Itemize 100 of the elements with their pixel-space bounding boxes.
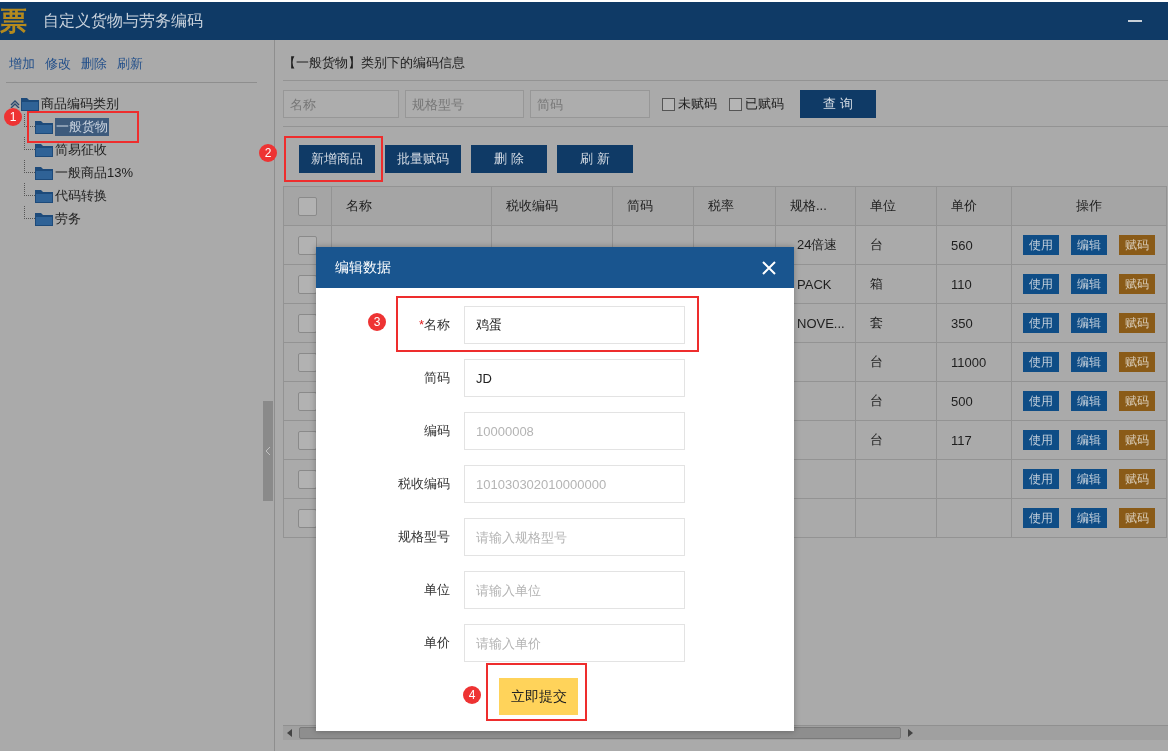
collapse-handle[interactable] bbox=[263, 401, 273, 501]
table-cell: 117 bbox=[951, 432, 972, 448]
input-field[interactable]: 鸡蛋 bbox=[464, 306, 685, 344]
input-field[interactable]: 请输入单位 bbox=[464, 571, 685, 609]
row-action-button[interactable]: 赋码 bbox=[1119, 274, 1155, 294]
row-action-button[interactable]: 赋码 bbox=[1119, 352, 1155, 372]
column-header: 单位 bbox=[870, 198, 896, 213]
row-action-button[interactable]: 编辑 bbox=[1071, 430, 1107, 450]
scroll-right-icon[interactable] bbox=[907, 729, 913, 737]
table-cell: 台 bbox=[870, 237, 883, 252]
row-action-button[interactable]: 使用 bbox=[1023, 391, 1059, 411]
collapse-icon[interactable] bbox=[10, 99, 20, 108]
table-cell: 500 bbox=[951, 393, 973, 409]
table-cell: 台 bbox=[870, 354, 883, 369]
row-action-button[interactable]: 赋码 bbox=[1119, 235, 1155, 255]
table-cell: 箱 bbox=[870, 276, 883, 291]
folder-icon bbox=[35, 142, 53, 157]
row-action-button[interactable]: 编辑 bbox=[1071, 235, 1107, 255]
field-label: 单价 bbox=[424, 635, 450, 650]
column-header: 简码 bbox=[627, 198, 653, 213]
toolbar-button[interactable]: 删 除 bbox=[471, 145, 547, 173]
row-action-button[interactable]: 赋码 bbox=[1119, 508, 1155, 528]
row-action-button[interactable]: 编辑 bbox=[1071, 391, 1107, 411]
toolbar-button[interactable]: 新增商品 bbox=[299, 145, 375, 173]
row-action-button[interactable]: 编辑 bbox=[1071, 469, 1107, 489]
row-action-button[interactable]: 编辑 bbox=[1071, 352, 1107, 372]
column-header: 操作 bbox=[1076, 198, 1102, 213]
annotation-badge: 3 bbox=[368, 313, 386, 331]
row-checkbox[interactable] bbox=[298, 235, 317, 255]
section-heading: 【一般货物】类别下的编码信息 bbox=[283, 40, 1168, 81]
folder-icon bbox=[35, 188, 53, 203]
tree-item[interactable]: 劳务 bbox=[35, 209, 83, 228]
row-action-button[interactable]: 赋码 bbox=[1119, 430, 1155, 450]
field-label: 名称 bbox=[424, 317, 450, 332]
table-cell: 套 bbox=[870, 315, 883, 330]
field-label: 规格型号 bbox=[398, 529, 450, 544]
row-action-button[interactable]: 使用 bbox=[1023, 313, 1059, 333]
input-field[interactable]: 请输入规格型号 bbox=[464, 518, 685, 556]
toolbar-button[interactable]: 批量赋码 bbox=[385, 145, 461, 173]
input-field[interactable]: 101030302010000000 bbox=[464, 465, 685, 503]
annotation-badge: 4 bbox=[463, 686, 481, 704]
checkbox-label: 未赋码 bbox=[678, 95, 717, 113]
submit-button[interactable]: 立即提交 bbox=[499, 678, 578, 715]
column-header: 税收编码 bbox=[506, 198, 558, 213]
column-header: 规格... bbox=[790, 198, 827, 213]
checkbox-label: 已赋码 bbox=[745, 95, 784, 113]
table-cell: NOVE... bbox=[797, 315, 845, 331]
annotation-badge: 2 bbox=[259, 144, 277, 162]
tree-item[interactable]: 简易征收 bbox=[35, 140, 109, 159]
checkbox[interactable] bbox=[662, 97, 675, 111]
table-cell: 560 bbox=[951, 237, 973, 253]
scroll-left-icon[interactable] bbox=[287, 729, 293, 737]
input-field[interactable]: JD bbox=[464, 359, 685, 397]
tree-item[interactable]: 一般商品13% bbox=[35, 163, 136, 182]
table-cell: 110 bbox=[951, 276, 972, 292]
tree-item[interactable]: 商品编码类别 bbox=[21, 94, 121, 113]
required-mark: * bbox=[418, 317, 424, 332]
folder-icon bbox=[21, 96, 39, 111]
row-action-button[interactable]: 赋码 bbox=[1119, 391, 1155, 411]
row-action-button[interactable]: 赋码 bbox=[1119, 313, 1155, 333]
field-label: 编码 bbox=[424, 423, 450, 438]
row-action-button[interactable]: 使用 bbox=[1023, 352, 1059, 372]
tree-item[interactable]: 代码转换 bbox=[35, 186, 109, 205]
table-cell: 台 bbox=[870, 393, 883, 408]
minimize-icon[interactable] bbox=[1128, 19, 1142, 23]
select-all-checkbox[interactable] bbox=[298, 196, 317, 216]
close-icon[interactable] bbox=[762, 260, 776, 275]
input-field[interactable]: 10000008 bbox=[464, 412, 685, 450]
row-action-button[interactable]: 赋码 bbox=[1119, 469, 1155, 489]
field-label: 税收编码 bbox=[398, 476, 450, 491]
sidebar-action-link[interactable]: 修改 bbox=[45, 55, 71, 75]
column-header: 名称 bbox=[346, 198, 372, 213]
row-action-button[interactable]: 使用 bbox=[1023, 430, 1059, 450]
table-cell: 台 bbox=[870, 432, 883, 447]
table-cell: 24倍速 bbox=[797, 237, 838, 252]
row-action-button[interactable]: 编辑 bbox=[1071, 313, 1107, 333]
row-action-button[interactable]: 使用 bbox=[1023, 469, 1059, 489]
row-action-button[interactable]: 编辑 bbox=[1071, 508, 1107, 528]
sidebar-action-link[interactable]: 刷新 bbox=[117, 55, 143, 75]
table-cell: 11000 bbox=[951, 354, 987, 370]
row-action-button[interactable]: 编辑 bbox=[1071, 274, 1107, 294]
table-cell: PACK bbox=[797, 276, 832, 292]
query-button[interactable]: 查 询 bbox=[800, 90, 876, 118]
row-action-button[interactable]: 使用 bbox=[1023, 274, 1059, 294]
sidebar-action-link[interactable]: 删除 bbox=[81, 55, 107, 75]
input-field[interactable]: 请输入单价 bbox=[464, 624, 685, 662]
folder-icon bbox=[35, 119, 53, 134]
dialog-title: 编辑数据 bbox=[335, 258, 391, 277]
window-title: 自定义货物与劳务编码 bbox=[43, 10, 203, 31]
row-action-button[interactable]: 使用 bbox=[1023, 235, 1059, 255]
app-logo: 票 bbox=[0, 5, 28, 38]
checkbox[interactable] bbox=[729, 97, 742, 111]
folder-icon bbox=[35, 165, 53, 180]
field-label: 简码 bbox=[424, 370, 450, 385]
column-header: 税率 bbox=[708, 198, 734, 213]
table-cell: 350 bbox=[951, 315, 973, 331]
sidebar-action-link[interactable]: 增加 bbox=[9, 55, 35, 75]
toolbar-button[interactable]: 刷 新 bbox=[557, 145, 633, 173]
column-header: 单价 bbox=[951, 198, 977, 213]
row-action-button[interactable]: 使用 bbox=[1023, 508, 1059, 528]
